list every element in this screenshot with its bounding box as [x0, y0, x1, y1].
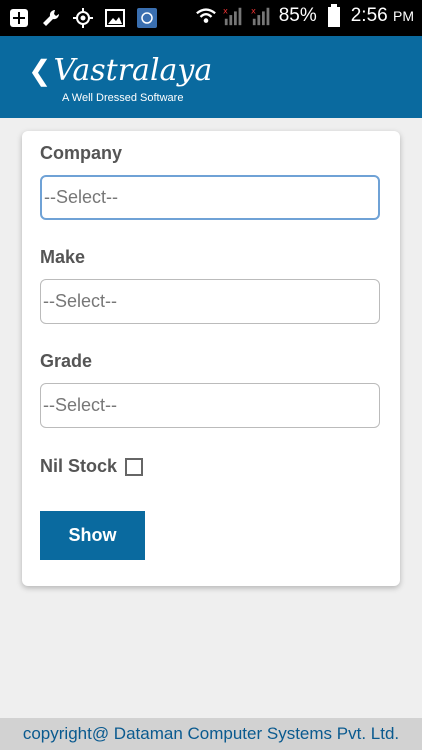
logo-tagline: A Well Dressed Software	[62, 92, 184, 104]
nil-stock-label: Nil Stock	[40, 456, 118, 476]
battery-icon	[323, 4, 345, 27]
company-label: Company	[40, 143, 123, 163]
plus-square-icon	[8, 7, 30, 29]
signal-icon: x	[223, 5, 245, 27]
footer: copyright@ Dataman Computer Systems Pvt.…	[0, 718, 422, 750]
clock-time: 2:56	[350, 5, 388, 26]
battery-percent: 85%	[278, 5, 317, 26]
clock: 2:56 PM	[351, 5, 414, 27]
app-logo[interactable]: ❮ Vastralaya A Well Dressed Software	[28, 56, 212, 105]
svg-text:x: x	[223, 5, 228, 15]
notification-icons	[8, 7, 158, 29]
show-button[interactable]: Show	[40, 511, 145, 560]
logo-wordmark: ❮ Vastralaya	[28, 56, 212, 86]
nil-stock-row: Nil Stock	[40, 456, 144, 477]
make-label: Make	[40, 247, 86, 267]
clock-ampm: PM	[393, 8, 414, 24]
company-select[interactable]: --Select--	[40, 175, 380, 220]
grade-label: Grade	[40, 351, 93, 371]
location-crosshair-icon	[72, 7, 94, 29]
filter-form-card: Company --Select-- Make --Select-- Grade…	[22, 131, 400, 586]
app-icon	[136, 7, 158, 29]
grade-select[interactable]: --Select--	[40, 383, 380, 428]
system-indicators: x x 85% 2:56 PM	[195, 4, 414, 27]
copyright-text: copyright@ Dataman Computer Systems Pvt.…	[22, 724, 400, 743]
status-bar: x x 85% 2:56 PM	[0, 0, 422, 36]
back-chevron-icon: ❮	[28, 54, 52, 87]
signal-icon-2: x	[251, 5, 273, 27]
wrench-icon	[40, 7, 62, 29]
wifi-icon	[195, 5, 217, 27]
logo-text: Vastralaya	[53, 53, 213, 88]
nil-stock-checkbox[interactable]	[125, 457, 144, 476]
svg-text:x: x	[251, 5, 256, 15]
app-header: ❮ Vastralaya A Well Dressed Software	[0, 36, 422, 118]
make-select[interactable]: --Select--	[40, 279, 380, 324]
image-icon	[104, 7, 126, 29]
